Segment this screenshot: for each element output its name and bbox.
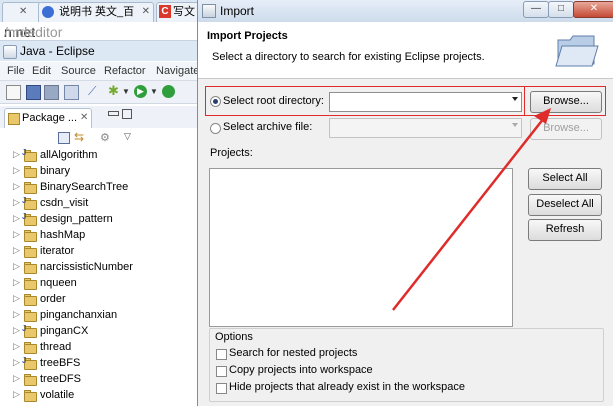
annotation-arrow xyxy=(392,108,551,311)
